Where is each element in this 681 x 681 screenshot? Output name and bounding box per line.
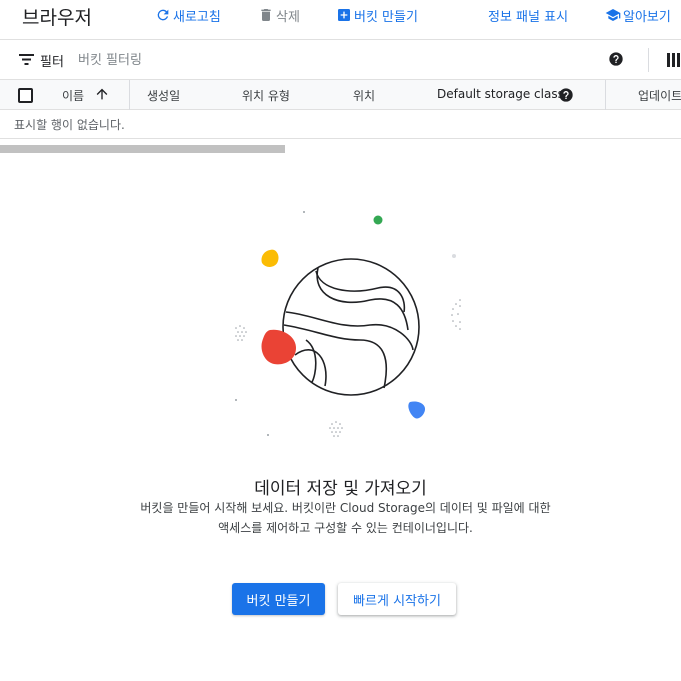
column-header-location-type[interactable]: 위치 유형	[242, 87, 290, 104]
create-bucket-button[interactable]: 버킷 만들기	[232, 583, 325, 615]
empty-state-description-line: 버킷을 만들어 시작해 보세요. 버킷이란 Cloud Storage의 데이터…	[140, 501, 551, 515]
dotted-pattern-shape	[235, 325, 247, 341]
arrow-up-icon[interactable]	[94, 86, 110, 102]
green-dot-shape	[373, 215, 383, 225]
bucket-filter-input[interactable]	[78, 50, 378, 70]
table-empty-row: 표시할 행이 없습니다.	[0, 110, 681, 139]
column-header-updated[interactable]: 업데이트	[638, 87, 681, 104]
table-header: 이름 생성일 위치 유형 위치 Default storage class 업데…	[0, 80, 681, 110]
trash-icon	[258, 7, 274, 23]
column-header-location[interactable]: 위치	[353, 87, 375, 104]
dotted-pattern-shape	[329, 421, 343, 437]
delete-label: 삭제	[276, 9, 300, 25]
refresh-label: 새로고침	[173, 9, 221, 25]
column-header-name[interactable]: 이름	[62, 87, 84, 104]
horizontal-scrollbar[interactable]	[0, 145, 285, 153]
refresh-button[interactable]: 새로고침	[155, 6, 221, 25]
refresh-icon	[155, 7, 171, 23]
storage-class-help-icon[interactable]	[558, 87, 574, 103]
yellow-blob-shape	[261, 249, 279, 267]
column-header-default-storage-class[interactable]: Default storage class	[437, 87, 564, 101]
add-box-icon	[336, 7, 352, 23]
delete-button[interactable]: 삭제	[258, 6, 300, 25]
grey-dot-shape	[235, 399, 237, 401]
blue-blob-shape	[408, 401, 426, 419]
learn-button[interactable]: 알아보기	[605, 6, 671, 25]
column-separator	[605, 80, 606, 110]
dotted-arc-shape	[451, 299, 461, 330]
quickstart-button[interactable]: 빠르게 시작하기	[338, 583, 456, 615]
show-info-panel-button[interactable]: 정보 패널 표시	[488, 6, 569, 25]
top-toolbar: 브라우저 새로고침 삭제 버킷 만들기 정보 패널 표시 알아보기	[0, 0, 681, 40]
column-header-created[interactable]: 생성일	[147, 87, 180, 104]
grey-dot-shape	[303, 211, 305, 213]
page-title: 브라우저	[22, 7, 92, 29]
show-info-panel-label: 정보 패널 표시	[488, 9, 569, 25]
empty-state-description: 버킷을 만들어 시작해 보세요. 버킷이란 Cloud Storage의 데이터…	[110, 498, 581, 538]
globe-icon	[282, 258, 420, 396]
grey-dot-shape	[452, 254, 456, 258]
help-icon[interactable]	[608, 51, 624, 67]
create-bucket-toolbar-button[interactable]: 버킷 만들기	[336, 6, 418, 25]
storage-globe-illustration	[235, 211, 461, 437]
empty-state-title: 데이터 저장 및 가져오기	[254, 479, 427, 499]
column-display-icon[interactable]	[667, 53, 681, 67]
create-bucket-toolbar-label: 버킷 만들기	[354, 9, 418, 25]
filter-bar: 필터	[0, 40, 681, 80]
school-icon	[605, 7, 621, 23]
filter-list-icon[interactable]	[19, 53, 34, 66]
empty-state-description-line: 액세스를 제어하고 구성할 수 있는 컨테이너입니다.	[218, 521, 473, 535]
toolbar-divider	[648, 48, 649, 72]
red-blob-shape	[261, 329, 296, 365]
column-separator	[129, 80, 130, 110]
grey-dot-shape	[267, 434, 269, 436]
no-rows-message: 표시할 행이 없습니다.	[14, 118, 125, 132]
filter-label: 필터	[40, 55, 64, 70]
learn-label: 알아보기	[623, 9, 671, 25]
select-all-checkbox[interactable]	[18, 88, 33, 103]
